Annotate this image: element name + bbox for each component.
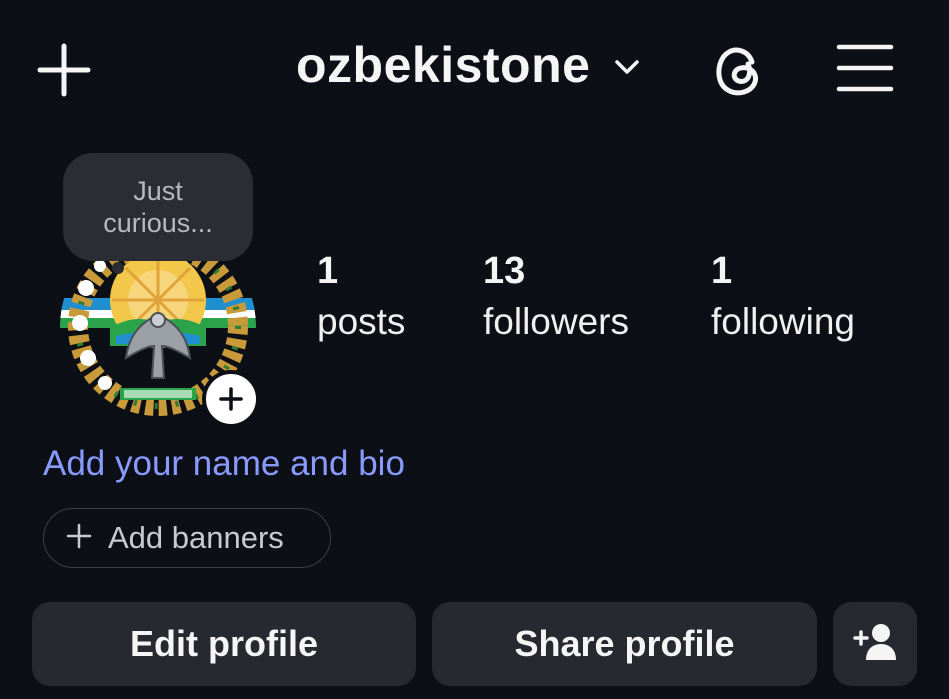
username: ozbekistone — [296, 37, 591, 93]
add-banners-label: Add banners — [108, 520, 284, 555]
following-count: 1 — [711, 250, 733, 292]
create-plus-icon[interactable] — [36, 42, 92, 98]
add-story-plus-icon[interactable] — [202, 370, 260, 428]
edit-profile-button[interactable]: Edit profile — [32, 602, 416, 686]
chevron-down-icon — [612, 52, 642, 82]
note-text: Just curious... — [103, 176, 213, 238]
hamburger-menu-icon[interactable] — [836, 42, 894, 94]
stat-followers[interactable]: 13 followers — [483, 250, 629, 352]
stat-following[interactable]: 1 following — [711, 250, 855, 352]
stat-posts[interactable]: 1 posts — [317, 250, 405, 352]
add-person-icon — [851, 622, 899, 667]
discover-people-button[interactable] — [833, 602, 917, 686]
note-tail — [112, 262, 124, 274]
share-profile-button[interactable]: Share profile — [432, 602, 817, 686]
account-switcher[interactable]: ozbekistone — [296, 36, 642, 94]
add-banners-button[interactable]: Add banners — [43, 508, 331, 568]
followers-label: followers — [483, 301, 629, 342]
note-bubble[interactable]: Just curious... — [63, 153, 253, 261]
posts-label: posts — [317, 301, 406, 342]
threads-icon[interactable] — [708, 40, 768, 100]
followers-count: 13 — [483, 250, 526, 292]
add-name-bio-link[interactable]: Add your name and bio — [43, 444, 405, 484]
following-label: following — [711, 301, 855, 342]
plus-icon — [66, 523, 92, 554]
posts-count: 1 — [317, 250, 339, 292]
